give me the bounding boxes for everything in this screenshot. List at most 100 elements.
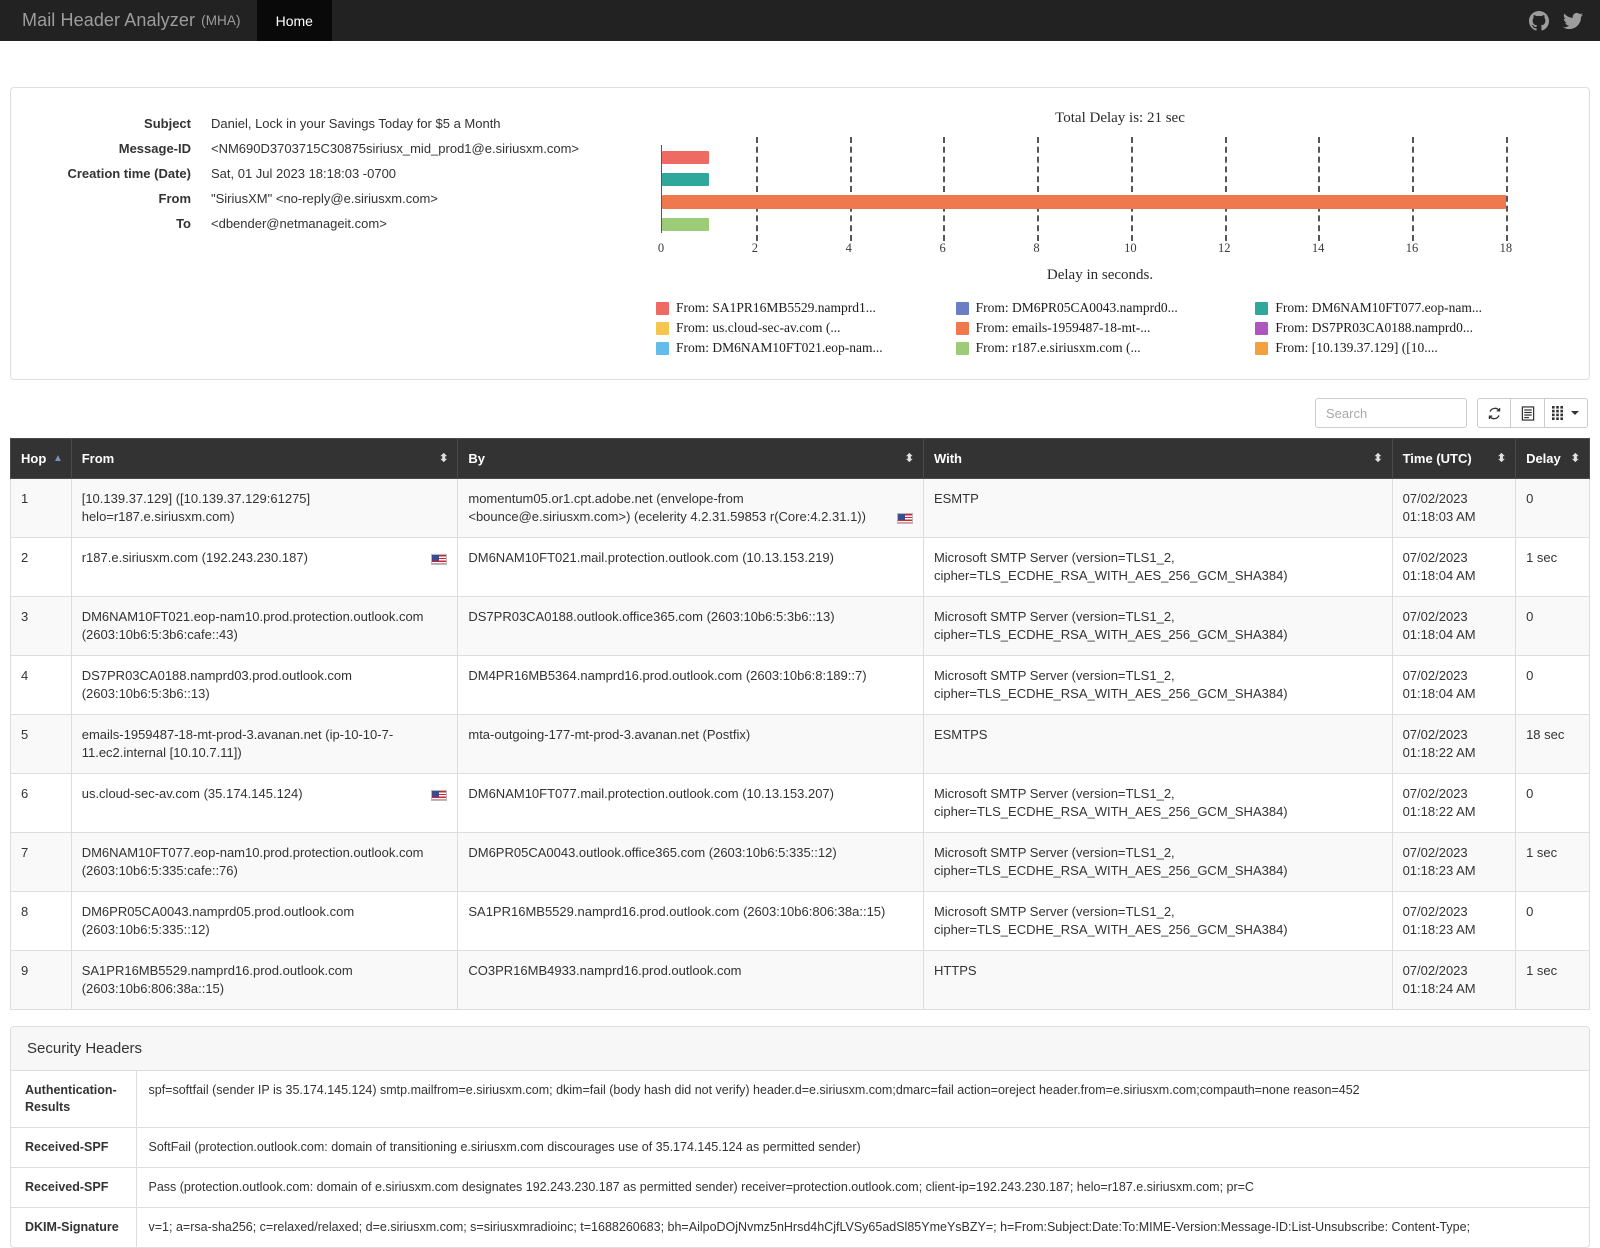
column-header-by[interactable]: By ⬍	[457, 438, 924, 479]
cell-with: Microsoft SMTP Server (version=TLS1_2, c…	[922, 596, 1393, 656]
table-row[interactable]: 9 SA1PR16MB5529.namprd16.prod.outlook.com…	[10, 950, 1590, 1010]
cell-from: DM6PR05CA0043.namprd05.prod.outlook.com …	[70, 891, 459, 951]
security-header-row: Received-SPF Pass (protection.outlook.com…	[11, 1167, 1589, 1208]
column-header-time[interactable]: Time (UTC) ⬍	[1391, 438, 1517, 479]
list-view-icon[interactable]	[1511, 398, 1545, 428]
delay-chart: Total Delay is: 21 sec 0 2 4 6 8 10 12 14 16 18 D…	[651, 110, 1589, 379]
cell-by: momentum05.or1.cpt.adobe.net (envelope-f…	[457, 478, 924, 538]
cell-from: [10.139.37.129] ([10.139.37.129:61275] h…	[70, 478, 459, 538]
legend-label: From: us.cloud-sec-av.com (...	[676, 320, 841, 335]
chart-x-axis: 0 2 4 6 8 10 12 14 16 18	[657, 241, 1534, 259]
app-brand[interactable]: Mail Header Analyzer (MHA)	[0, 0, 257, 41]
cell-delay: 1 sec	[1515, 832, 1590, 892]
table-view-buttons	[1477, 398, 1588, 428]
meta-value-to: <dbender@netmanageit.com>	[211, 216, 387, 231]
legend-color-swatch	[1255, 341, 1269, 355]
nav-tab-home-label: Home	[275, 12, 313, 29]
chevron-down-icon	[1571, 411, 1579, 415]
security-header-name: Authentication-Results	[11, 1071, 137, 1128]
cell-by-text: momentum05.or1.cpt.adobe.net (envelope-f…	[468, 491, 866, 524]
security-headers-table: Authentication-Results spf=softfail (send…	[11, 1071, 1589, 1247]
legend-label: From: DM6PR05CA0043.namprd0...	[975, 300, 1178, 315]
cell-time: 07/02/2023 01:18:22 AM	[1391, 714, 1517, 774]
column-header-by-label: By	[468, 451, 485, 466]
chart-legend-item[interactable]: From: DS7PR03CA0188.namprd0...	[1255, 320, 1549, 336]
table-row[interactable]: 1 [10.139.37.129] ([10.139.37.129:61275] …	[10, 478, 1590, 538]
table-row[interactable]: 8 DM6PR05CA0043.namprd05.prod.outlook.com…	[10, 891, 1590, 951]
chart-gridline	[1130, 137, 1133, 241]
chart-legend-item[interactable]: From: DM6PR05CA0043.namprd0...	[955, 300, 1250, 316]
meta-row-creation-time: Creation time (Date) Sat, 01 Jul 2023 18…	[11, 164, 651, 184]
cell-time: 07/02/2023 01:18:04 AM	[1391, 537, 1517, 597]
chart-legend-item[interactable]: From: SA1PR16MB5529.namprd1...	[656, 300, 950, 316]
legend-label: From: DM6NAM10FT021.eop-nam...	[676, 340, 883, 355]
chart-x-tick: 18	[1499, 241, 1513, 255]
brand-abbreviation: (MHA)	[201, 13, 241, 28]
cell-time: 07/02/2023 01:18:23 AM	[1391, 832, 1517, 892]
column-header-with[interactable]: With ⬍	[922, 438, 1393, 479]
nav-tab-home[interactable]: Home	[256, 0, 332, 41]
search-input[interactable]	[1315, 398, 1467, 428]
sort-icon: ⬍	[904, 452, 914, 464]
chart-x-tick: 0	[657, 241, 665, 255]
twitter-icon[interactable]	[1563, 11, 1583, 31]
legend-color-swatch	[955, 341, 969, 355]
legend-color-swatch	[1255, 301, 1269, 315]
chart-gridline	[1412, 137, 1415, 241]
cell-time: 07/02/2023 01:18:24 AM	[1391, 950, 1517, 1010]
security-header-row: Received-SPF SoftFail (protection.outlook…	[11, 1127, 1589, 1168]
chart-x-tick: 4	[845, 241, 852, 255]
legend-label: From: SA1PR16MB5529.namprd1...	[676, 300, 876, 315]
cell-from: SA1PR16MB5529.namprd16.prod.outlook.com …	[70, 950, 459, 1010]
grid-view-icon[interactable]	[1545, 398, 1588, 428]
column-header-delay[interactable]: Delay ⬍	[1515, 438, 1590, 479]
refresh-icon[interactable]	[1477, 398, 1511, 428]
chart-bar	[662, 151, 709, 164]
chart-x-axis-label: Delay in seconds.	[1046, 267, 1154, 283]
security-header-name: DKIM-Signature	[11, 1207, 137, 1247]
chart-legend-item[interactable]: From: [10.139.37.129] ([10....	[1255, 340, 1549, 356]
cell-with: Microsoft SMTP Server (version=TLS1_2, c…	[922, 773, 1393, 833]
column-header-hop[interactable]: Hop ▲	[10, 438, 72, 479]
table-row[interactable]: 2 r187.e.siriusxm.com (192.243.230.187) DM…	[10, 537, 1590, 597]
us-flag-icon	[431, 790, 448, 801]
chart-legend-item[interactable]: From: us.cloud-sec-av.com (...	[656, 320, 950, 336]
chart-gridline	[1224, 137, 1227, 241]
chart-legend-item[interactable]: From: emails-1959487-18-mt-...	[955, 320, 1250, 336]
table-row[interactable]: 3 DM6NAM10FT021.eop-nam10.prod.protection…	[10, 596, 1590, 656]
github-icon[interactable]	[1529, 10, 1549, 31]
security-headers-panel: Security Headers Authentication-Results s…	[10, 1026, 1590, 1248]
chart-legend-item[interactable]: From: DM6NAM10FT021.eop-nam...	[656, 340, 950, 356]
cell-delay: 0	[1515, 773, 1590, 833]
table-toolbar	[0, 398, 1588, 428]
cell-by: CO3PR16MB4933.namprd16.prod.outlook.com	[457, 950, 924, 1010]
table-row[interactable]: 5 emails-1959487-18-mt-prod-3.avanan.net …	[10, 714, 1590, 774]
column-header-with-label: With	[933, 451, 962, 466]
cell-time: 07/02/2023 01:18:23 AM	[1391, 891, 1517, 951]
chart-plot-area	[661, 137, 1534, 241]
meta-row-subject: Subject Daniel, Lock in your Savings Tod…	[11, 114, 651, 134]
cell-hop: 1	[10, 478, 72, 538]
table-row[interactable]: 6 us.cloud-sec-av.com (35.174.145.124) DM6…	[10, 773, 1590, 833]
table-row[interactable]: 7 DM6NAM10FT077.eop-nam10.prod.protection…	[10, 832, 1590, 892]
cell-with: ESMTP	[922, 478, 1393, 538]
chart-legend-item[interactable]: From: r187.e.siriusxm.com (...	[955, 340, 1250, 356]
chart-legend-item[interactable]: From: DM6NAM10FT077.eop-nam...	[1255, 300, 1549, 316]
summary-panel: Subject Daniel, Lock in your Savings Tod…	[10, 87, 1590, 380]
chart-x-tick: 14	[1311, 241, 1325, 255]
table-row[interactable]: 4 DS7PR03CA0188.namprd03.prod.outlook.com…	[10, 655, 1590, 715]
cell-time: 07/02/2023 01:18:22 AM	[1391, 773, 1517, 833]
chart-gridline	[849, 137, 852, 241]
us-flag-icon	[896, 513, 913, 524]
cell-time: 07/02/2023 01:18:03 AM	[1391, 478, 1517, 538]
cell-from: DM6NAM10FT021.eop-nam10.prod.protection.…	[70, 596, 459, 656]
cell-by: DM4PR16MB5364.namprd16.prod.outlook.com …	[457, 655, 924, 715]
column-header-delay-label: Delay	[1526, 451, 1561, 466]
sort-icon: ⬍	[439, 452, 449, 464]
legend-color-swatch	[656, 301, 669, 315]
chart-bar	[662, 173, 709, 186]
cell-with: Microsoft SMTP Server (version=TLS1_2, c…	[922, 655, 1393, 715]
cell-hop: 5	[10, 714, 72, 774]
security-headers-title: Security Headers	[11, 1027, 1589, 1071]
column-header-from[interactable]: From ⬍	[70, 438, 459, 479]
